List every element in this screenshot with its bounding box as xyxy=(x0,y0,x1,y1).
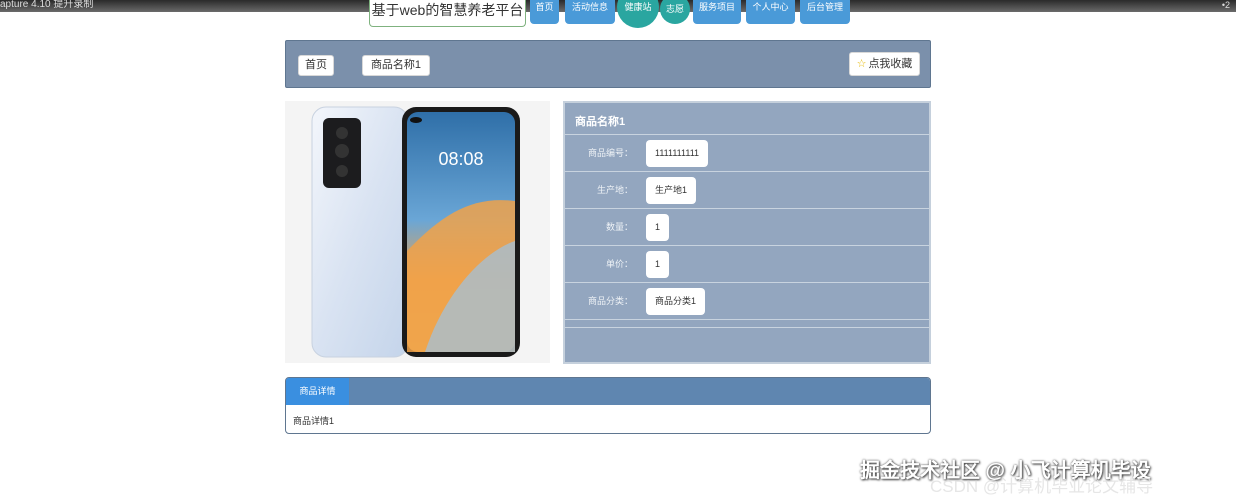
tab-details[interactable]: 商品详情 xyxy=(286,378,349,405)
details-tab-bar: 商品详情 xyxy=(286,378,930,405)
info-row-code: 商品编号： 1111111111 xyxy=(565,134,929,171)
info-row-empty xyxy=(565,327,929,362)
info-value-price: 1 xyxy=(646,251,670,278)
info-value-code: 1111111111 xyxy=(646,140,709,167)
details-panel: 商品详情 商品详情1 xyxy=(285,377,931,434)
nav-item-admin[interactable]: 后台管理 xyxy=(800,0,850,24)
nav-item-home[interactable]: 首页 xyxy=(530,0,559,24)
watermark-csdn: CSDN @计算机毕业论文辅导 xyxy=(930,477,1154,496)
nav-item-activities[interactable]: 活动信息 xyxy=(565,0,615,24)
product-name: 商品名称1 xyxy=(575,116,626,128)
breadcrumb-current[interactable]: 商品名称1 xyxy=(362,55,430,76)
breadcrumb-home[interactable]: 首页 xyxy=(298,55,334,76)
nav-item-health[interactable]: 健康站 xyxy=(617,0,659,28)
info-label: 生产地： xyxy=(596,185,633,195)
favorite-label: 点我收藏 xyxy=(868,58,913,70)
info-label: 数量： xyxy=(605,222,633,232)
nav-item-profile[interactable]: 个人中心 xyxy=(746,0,795,24)
info-row-origin: 生产地： 生产地1 xyxy=(565,171,929,208)
site-title: 基于web的智慧养老平台 xyxy=(369,0,526,27)
info-row-divider xyxy=(565,319,929,327)
player-corner: •2 xyxy=(1221,0,1230,10)
breadcrumb: 首页 商品名称1 ☆ 点我收藏 xyxy=(285,40,931,88)
info-label: 商品编号： xyxy=(587,148,633,158)
product-image: 08:08 xyxy=(285,101,550,363)
details-content: 商品详情1 xyxy=(293,416,335,426)
info-row-category: 商品分类： 商品分类1 xyxy=(565,282,929,319)
player-caption: apture 4.10 提升录制 xyxy=(0,0,94,10)
info-value-quantity: 1 xyxy=(646,214,670,241)
info-label: 单价： xyxy=(605,259,633,269)
info-value-category: 商品分类1 xyxy=(646,288,706,315)
product-info-panel: 商品名称1 商品编号： 1111111111 生产地： 生产地1 数量： 1 单… xyxy=(563,101,931,364)
info-row-price: 单价： 1 xyxy=(565,245,929,282)
info-label: 商品分类： xyxy=(587,296,633,306)
nav-item-services[interactable]: 服务项目 xyxy=(693,0,741,24)
info-row-quantity: 数量： 1 xyxy=(565,208,929,245)
phone-clock: 08:08 xyxy=(438,149,483,169)
star-icon: ☆ xyxy=(856,58,867,70)
nav-item-volunteer[interactable]: 志愿 xyxy=(660,0,690,24)
favorite-button[interactable]: ☆ 点我收藏 xyxy=(849,52,920,76)
info-value-origin: 生产地1 xyxy=(646,177,697,204)
